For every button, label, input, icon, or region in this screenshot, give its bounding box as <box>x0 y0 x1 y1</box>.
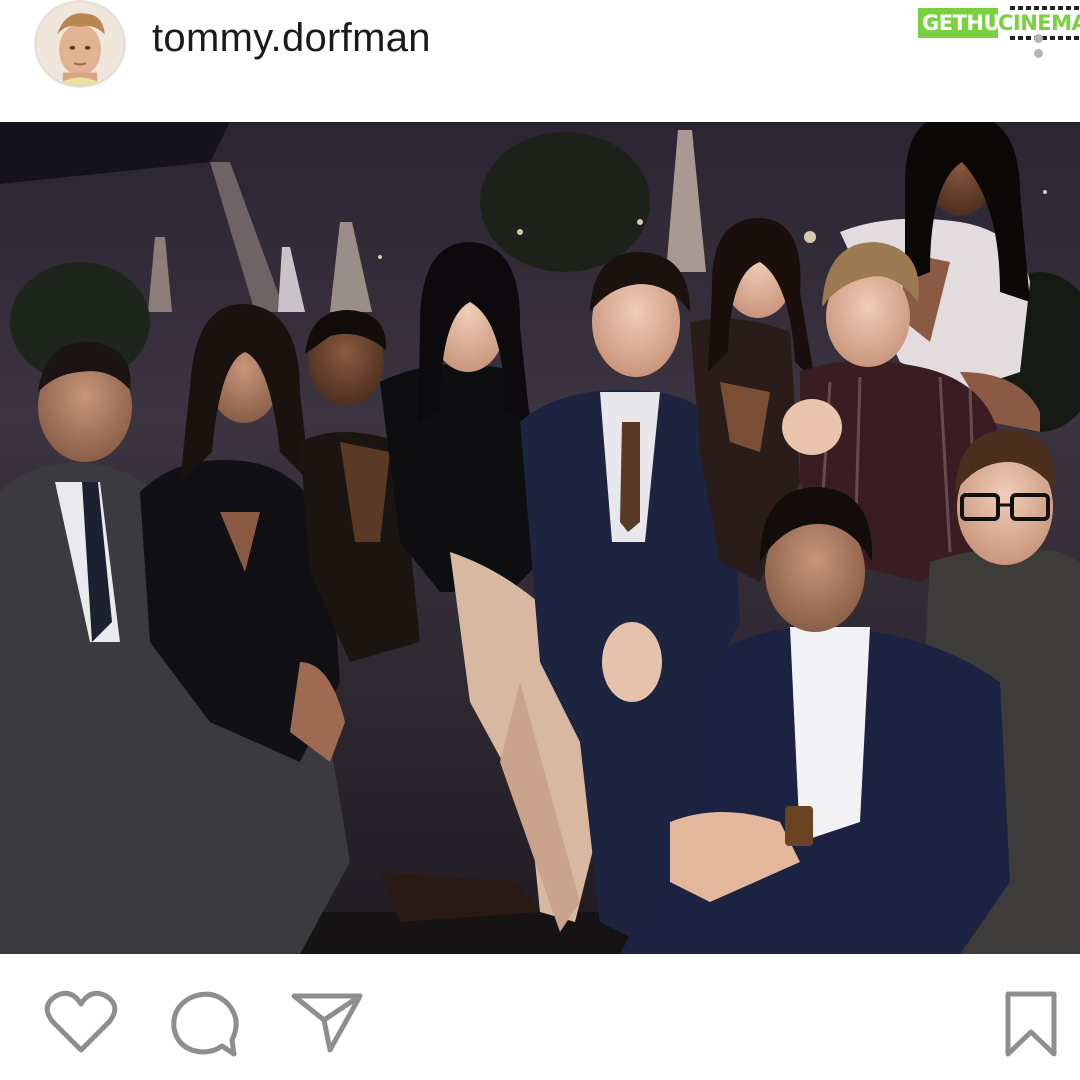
more-options-icon[interactable] <box>1030 34 1046 66</box>
comment-icon[interactable] <box>170 990 240 1058</box>
share-icon[interactable] <box>290 990 364 1054</box>
dot <box>1033 34 1043 43</box>
post-header: tommy.dorfman GETHU CINEMA <box>0 0 1080 120</box>
bookmark-icon[interactable] <box>1004 990 1058 1058</box>
username[interactable]: tommy.dorfman <box>152 16 431 61</box>
heart-icon[interactable] <box>44 990 118 1054</box>
watermark-logo: GETHU CINEMA <box>918 6 1080 42</box>
film-strip-top <box>1010 6 1080 10</box>
group-photo-image <box>0 122 1080 954</box>
watermark-part1: GETHU <box>918 8 1005 38</box>
avatar-image <box>36 2 124 86</box>
dot <box>1033 49 1043 58</box>
action-bar <box>0 955 1080 1080</box>
post-photo[interactable] <box>0 122 1080 954</box>
avatar[interactable] <box>34 0 126 88</box>
